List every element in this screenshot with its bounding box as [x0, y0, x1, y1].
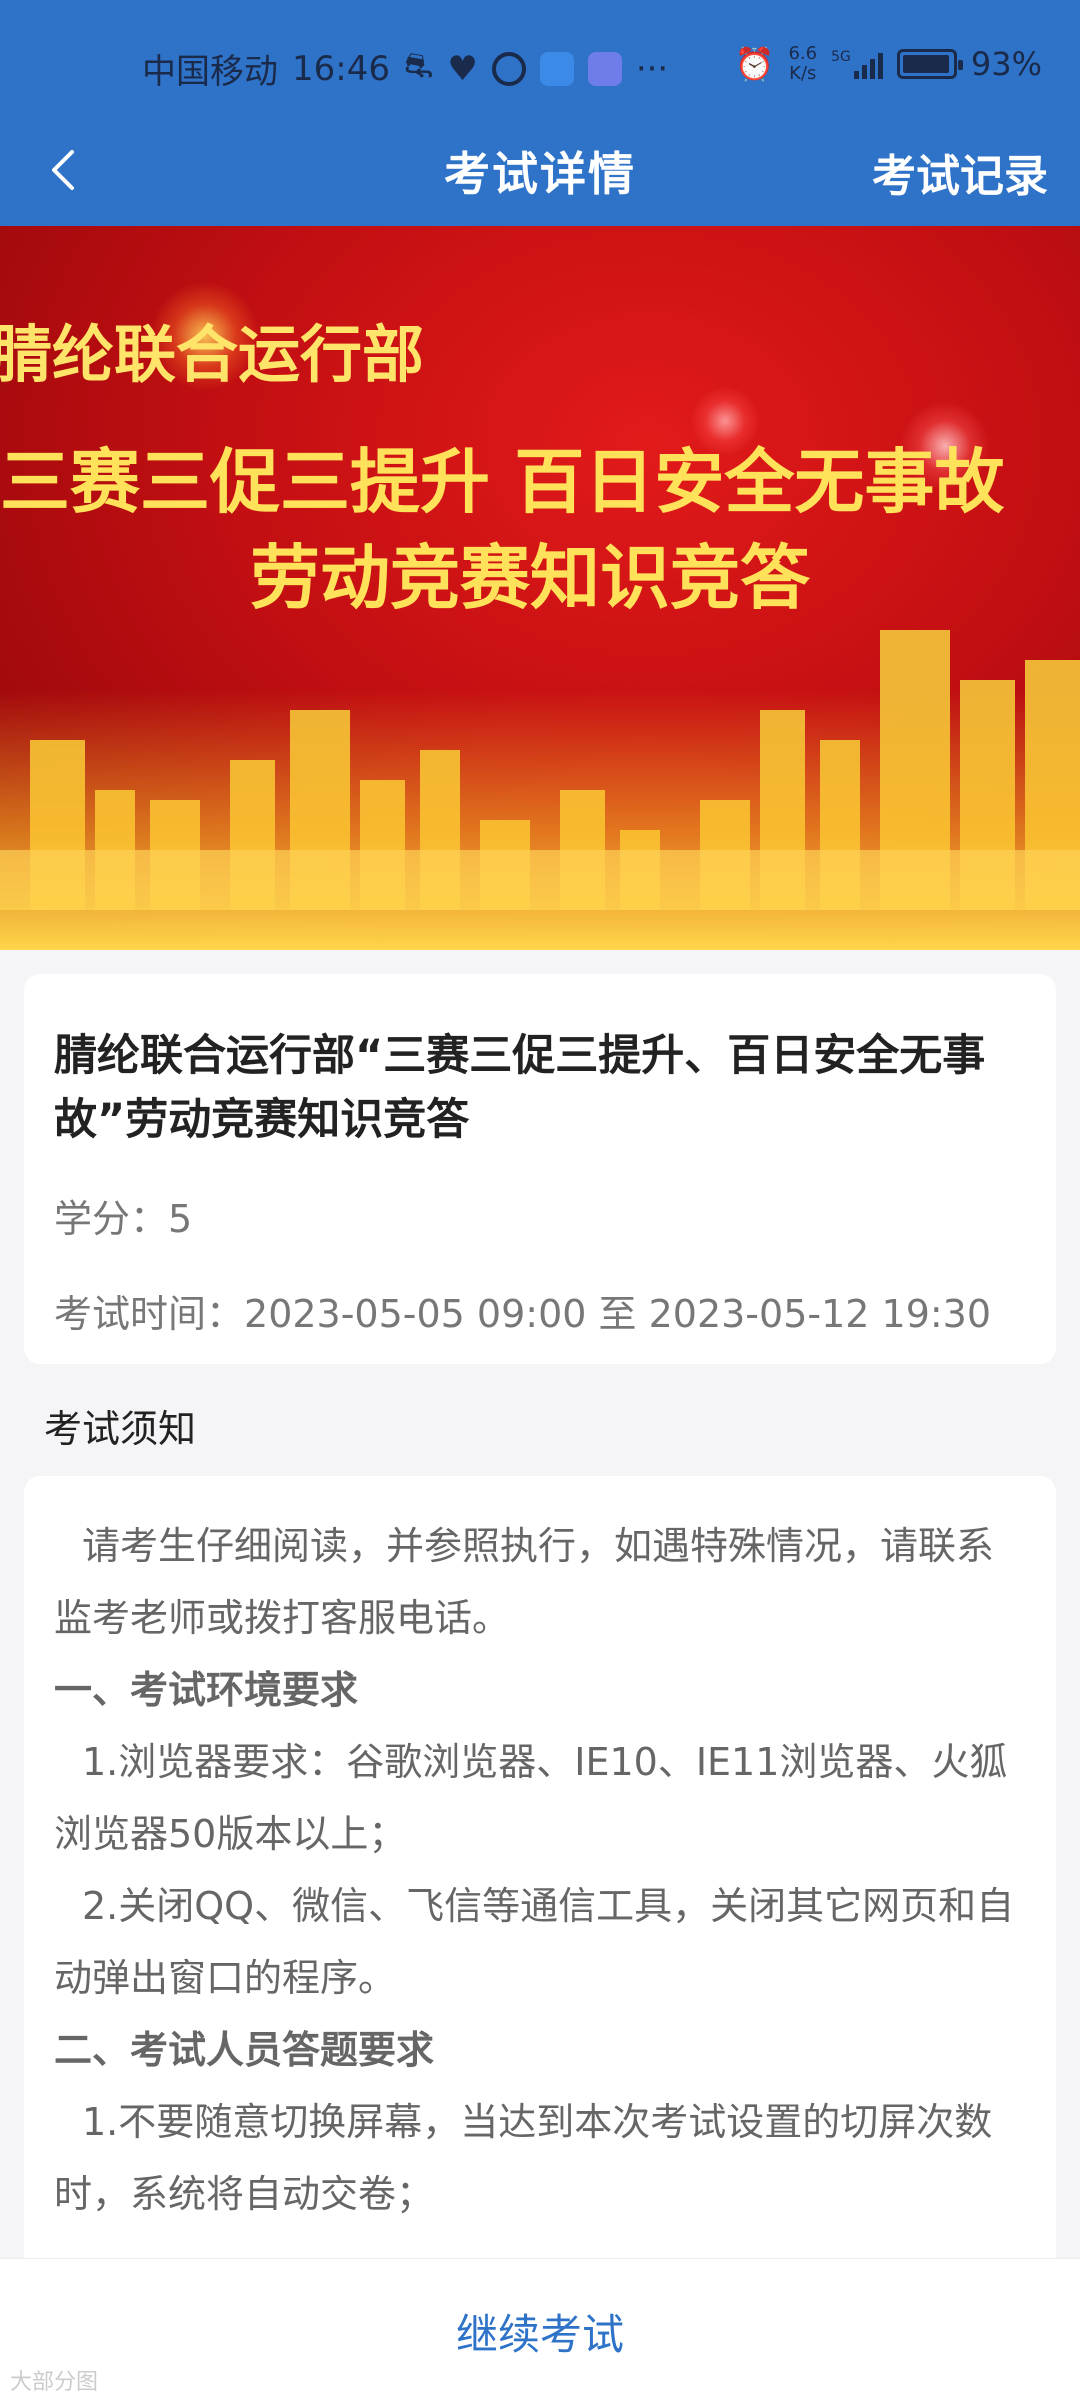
status-bar: 中国移动 16:46 ⛐ ♥ ··· ⏰ 6.6 K/s 5G 93%	[0, 30, 1080, 100]
time-value: 2023-05-05 09:00 至 2023-05-12 19:30	[244, 1292, 992, 1336]
net-speed: 6.6 K/s	[788, 44, 817, 84]
clock: 16:46	[292, 48, 390, 89]
nav-bar: 考试详情 考试记录	[0, 120, 1080, 220]
more-icon: ···	[635, 48, 669, 89]
battery-icon	[896, 49, 963, 79]
net-speed-value: 6.6	[788, 43, 818, 64]
notification-icon: ⛐	[403, 46, 434, 86]
signal-icon: 5G	[831, 49, 883, 79]
notice-heading-candidate: 二、考试人员答题要求	[54, 2028, 435, 2072]
watermark-logo: 大部分图	[10, 2370, 99, 2395]
exam-info-card: 腈纶联合运行部“三赛三促三提升、百日安全无事故”劳动竞赛知识竞答 学分：5 考试…	[24, 974, 1056, 1364]
bottom-action-bar: 继续考试 大部分图	[0, 2258, 1080, 2400]
exam-notice-card: 请考生仔细阅读，并参照执行，如遇特殊情况，请联系监考老师或拨打客服电话。 一、考…	[24, 1476, 1056, 2296]
notice-section-title: 考试须知	[44, 1407, 197, 1451]
net-speed-unit: K/s	[789, 63, 817, 84]
banner-line-2: 三赛三促三提升 百日安全无事故	[0, 440, 1005, 523]
app-icon	[539, 51, 574, 86]
exam-records-link[interactable]: 考试记录	[872, 140, 1048, 204]
network-type: 5G	[831, 49, 851, 65]
notice-item: 1.浏览器要求：谷歌浏览器、IE10、IE11浏览器、火狐浏览器50版本以上；	[54, 1740, 1008, 1856]
carrier-label: 中国移动	[142, 52, 278, 92]
time-label: 考试时间：	[54, 1292, 245, 1336]
health-icon: ♥	[447, 48, 478, 89]
music-icon	[587, 51, 622, 86]
credit-label: 学分：	[54, 1197, 169, 1241]
exam-title: 腈纶联合运行部“三赛三促三提升、百日安全无事故”劳动竞赛知识竞答	[54, 1031, 986, 1145]
exam-credit: 学分：5	[54, 1188, 1026, 1243]
exam-time: 考试时间：2023-05-05 09:00 至 2023-05-12 19:30	[54, 1283, 1026, 1338]
credit-value: 5	[168, 1197, 193, 1241]
banner-line-1: 腈纶联合运行部	[0, 318, 425, 391]
alarm-icon: ⏰	[734, 45, 775, 83]
notice-intro: 请考生仔细阅读，并参照执行，如遇特殊情况，请联系监考老师或拨打客服电话。	[54, 1524, 995, 1640]
notice-item: 2.关闭QQ、微信、飞信等通信工具，关闭其它网页和自动弹出窗口的程序。	[54, 1884, 1015, 2000]
notice-item: 1.不要随意切换屏幕，当达到本次考试设置的切屏次数时，系统将自动交卷；	[54, 2100, 993, 2216]
battery-level: 93%	[970, 45, 1042, 83]
ring-icon	[491, 51, 526, 86]
notice-heading-environment: 一、考试环境要求	[54, 1668, 359, 1712]
continue-exam-button[interactable]: 继续考试	[0, 2301, 1080, 2362]
top-header: 中国移动 16:46 ⛐ ♥ ··· ⏰ 6.6 K/s 5G 93% 考试详情…	[0, 0, 1080, 226]
banner-image: 腈纶联合运行部 三赛三促三提升 百日安全无事故 劳动竞赛知识竞答	[0, 226, 1080, 950]
